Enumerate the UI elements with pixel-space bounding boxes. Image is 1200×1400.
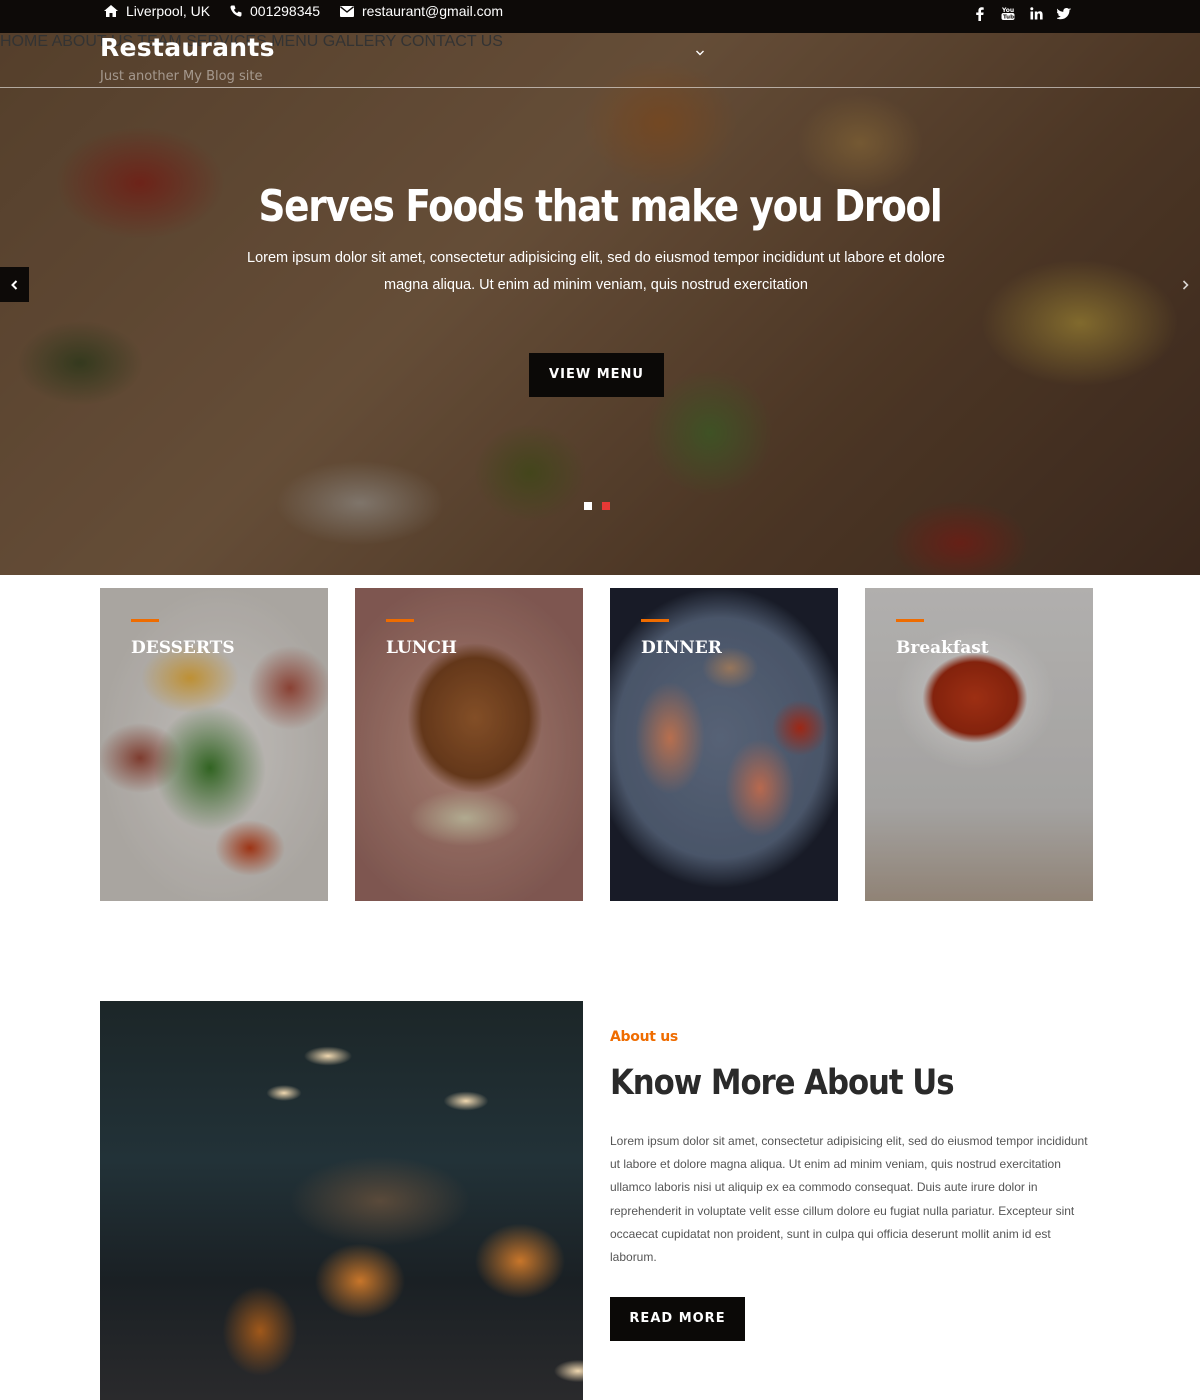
category-title: Breakfast: [896, 638, 989, 658]
slider-dot-2[interactable]: [602, 502, 610, 510]
email-info: restaurant@gmail.com: [340, 0, 503, 22]
linkedin-icon[interactable]: [1028, 6, 1044, 22]
svg-text:You: You: [1001, 7, 1014, 14]
about-heading: Know More About Us: [610, 1063, 955, 1103]
nav-divider: [0, 87, 1200, 88]
facebook-icon[interactable]: [972, 6, 988, 22]
hero-title: Serves Foods that make you Drool: [258, 181, 943, 232]
home-icon: [104, 5, 118, 17]
phone-text: 001298345: [250, 3, 321, 19]
category-card-lunch[interactable]: LUNCH: [355, 588, 583, 901]
hero-content: Restaurants Just another My Blog site HO…: [0, 33, 1200, 575]
accent-bar: [131, 619, 159, 622]
chevron-right-icon: [1182, 279, 1189, 290]
chevron-left-icon: [11, 279, 18, 290]
about-description: Lorem ipsum dolor sit amet, consectetur …: [610, 1134, 1088, 1265]
envelope-icon: [340, 5, 354, 17]
accent-bar: [641, 619, 669, 622]
nav-item-home[interactable]: HOME: [0, 33, 48, 50]
category-title: LUNCH: [386, 638, 457, 658]
nav-item-contact-us[interactable]: CONTACT US: [400, 33, 503, 50]
email-text[interactable]: restaurant@gmail.com: [362, 0, 503, 22]
social-links: YouTube: [972, 0, 1072, 27]
site-tagline: Just another My Blog site: [100, 69, 263, 84]
category-title: DINNER: [641, 638, 722, 658]
phone-icon: [230, 5, 242, 17]
chevron-down-icon: [696, 50, 704, 56]
view-menu-button[interactable]: VIEW MENU: [529, 353, 664, 397]
accent-bar: [896, 619, 924, 622]
hero-description: Lorem ipsum dolor sit amet, consectetur …: [247, 250, 945, 293]
phone-info: 001298345: [230, 0, 320, 22]
about-image: [100, 1001, 583, 1400]
location-text: Liverpool, UK: [126, 3, 211, 19]
nav-item-gallery[interactable]: GALLERY: [323, 33, 396, 50]
read-more-button[interactable]: READ MORE: [610, 1297, 745, 1341]
twitter-icon[interactable]: [1056, 6, 1072, 22]
category-card-dinner[interactable]: DINNER: [610, 588, 838, 901]
slider-dot-1[interactable]: [584, 502, 592, 510]
site-logo[interactable]: Restaurants: [100, 33, 275, 62]
category-card-breakfast[interactable]: Breakfast: [865, 588, 1093, 901]
nav-item-menu[interactable]: MENU: [271, 33, 318, 50]
youtube-icon[interactable]: YouTube: [1000, 6, 1016, 22]
top-bar: Liverpool, UK 001298345 restaurant@gmail…: [0, 0, 1200, 33]
accent-bar: [386, 619, 414, 622]
category-title: DESSERTS: [131, 638, 235, 658]
about-label: About us: [610, 1029, 678, 1045]
hero-slider: Restaurants Just another My Blog site HO…: [0, 33, 1200, 575]
location-info: Liverpool, UK: [104, 0, 210, 22]
slider-next-button[interactable]: [1170, 267, 1200, 302]
slider-prev-button[interactable]: [0, 267, 29, 302]
svg-text:Tube: Tube: [1003, 15, 1015, 21]
category-card-desserts[interactable]: DESSERTS: [100, 588, 328, 901]
